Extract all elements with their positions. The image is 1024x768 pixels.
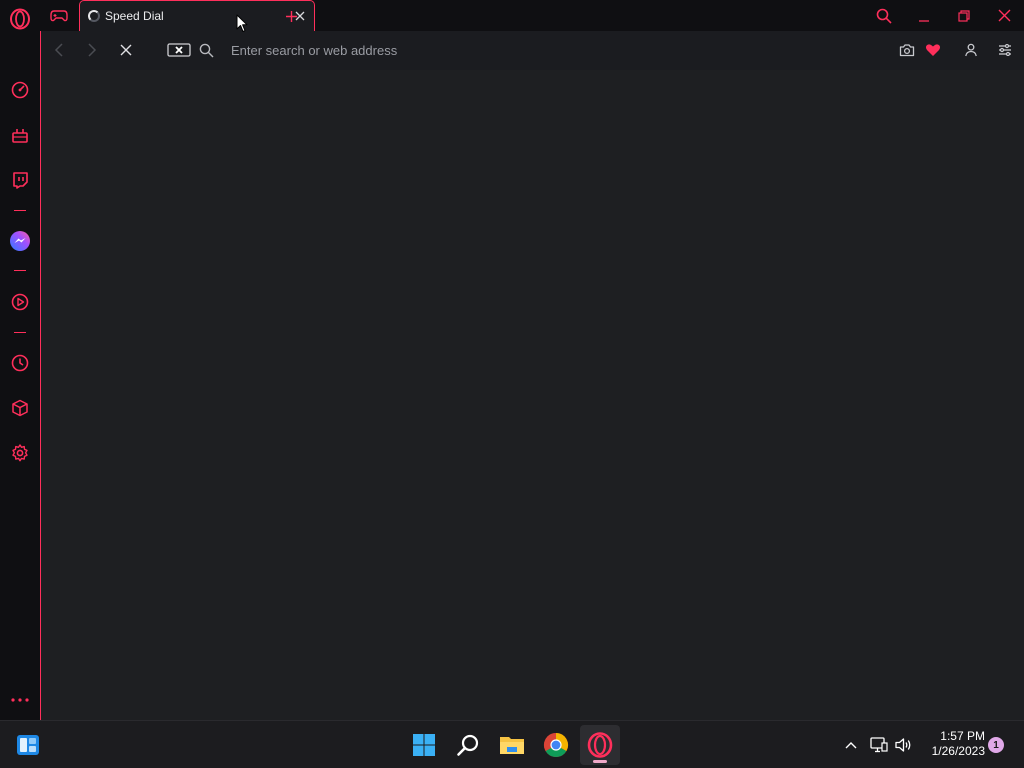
- address-input[interactable]: [231, 40, 871, 60]
- volume-icon[interactable]: [893, 733, 915, 757]
- close-window-button[interactable]: [984, 0, 1024, 31]
- snapshot-camera-icon[interactable]: [896, 39, 918, 61]
- opera-gx-icon[interactable]: [580, 725, 620, 765]
- speed-dial-gauge-icon[interactable]: [8, 78, 32, 102]
- tab-strip: Speed Dial: [40, 0, 1024, 32]
- stop-loading-button[interactable]: [115, 39, 137, 61]
- forward-button[interactable]: [81, 39, 103, 61]
- minimize-button[interactable]: [904, 0, 944, 31]
- opera-logo-icon[interactable]: [8, 7, 32, 31]
- notification-badge[interactable]: 1: [988, 737, 1004, 753]
- game-console-icon[interactable]: [8, 124, 32, 148]
- opera-sidebar: [0, 0, 40, 720]
- windows-start-icon[interactable]: [404, 725, 444, 765]
- chevron-up-icon[interactable]: [840, 733, 862, 757]
- my-flow-heart-icon[interactable]: [922, 39, 944, 61]
- history-clock-icon[interactable]: [8, 351, 32, 375]
- easy-setup-menu-icon[interactable]: [994, 39, 1016, 61]
- twitch-icon[interactable]: [8, 168, 32, 192]
- restore-button[interactable]: [944, 0, 984, 31]
- system-clock[interactable]: 1:57 PM 1/26/2023: [915, 729, 985, 759]
- tab-title: Speed Dial: [105, 9, 164, 23]
- chrome-icon[interactable]: [536, 725, 576, 765]
- page-viewport[interactable]: [41, 70, 1024, 720]
- active-app-indicator: [593, 760, 607, 763]
- sidebar-separator: [14, 332, 26, 333]
- search-icon: [195, 39, 217, 61]
- more-dots-icon[interactable]: [8, 688, 32, 712]
- loading-spinner-icon: [88, 10, 100, 22]
- settings-gear-icon[interactable]: [8, 441, 32, 465]
- clear-address-icon[interactable]: [166, 39, 192, 61]
- network-icon[interactable]: [868, 733, 890, 757]
- search-icon[interactable]: [448, 725, 488, 765]
- widgets-icon[interactable]: [8, 725, 48, 765]
- tab-search-icon[interactable]: [864, 0, 904, 31]
- clock-date: 1/26/2023: [931, 744, 985, 758]
- player-icon[interactable]: [8, 290, 32, 314]
- sidebar-separator: [14, 270, 26, 271]
- sidebar-separator: [14, 210, 26, 211]
- extensions-cube-icon[interactable]: [8, 396, 32, 420]
- address-toolbar: [41, 31, 1024, 70]
- file-explorer-icon[interactable]: [492, 725, 532, 765]
- back-button[interactable]: [48, 39, 70, 61]
- workspace-gamepad-icon[interactable]: [44, 4, 74, 28]
- new-tab-plus-icon[interactable]: [276, 4, 306, 28]
- windows-taskbar: 1:57 PM 1/26/2023 1: [0, 720, 1024, 768]
- clock-time: 1:57 PM: [940, 729, 985, 743]
- account-icon[interactable]: [960, 39, 982, 61]
- messenger-icon[interactable]: [8, 229, 32, 253]
- screen: Speed Dial Enter search or web address 1…: [0, 0, 1024, 768]
